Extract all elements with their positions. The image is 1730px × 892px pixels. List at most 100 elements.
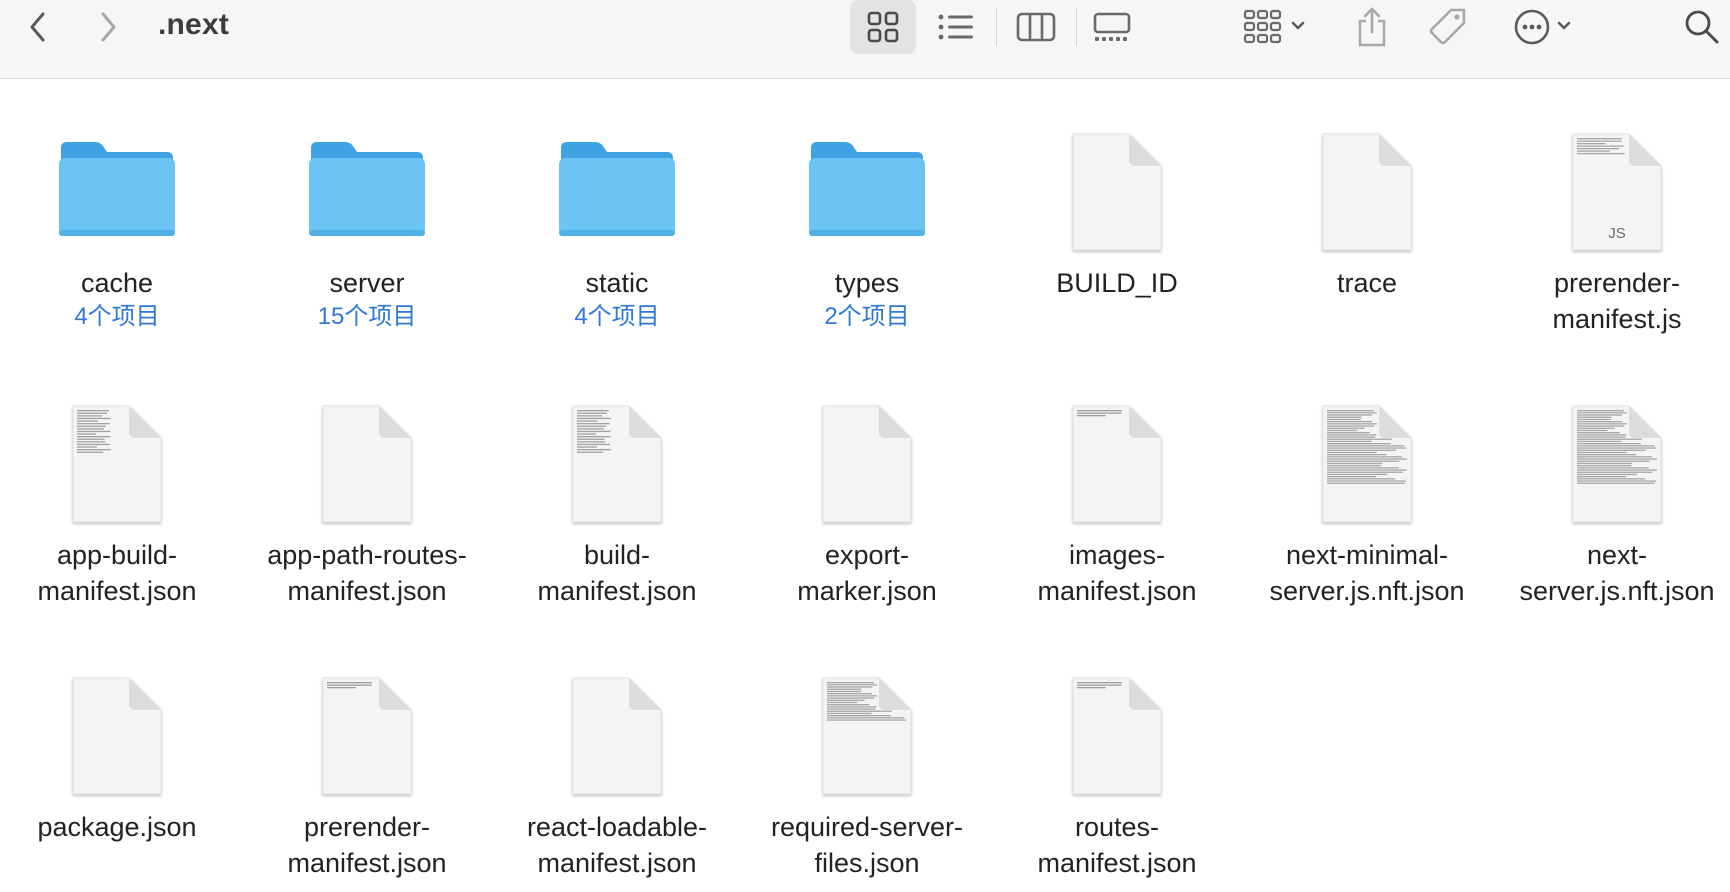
toolbar-divider: [1076, 8, 1077, 46]
group-by-button[interactable]: [1240, 6, 1310, 48]
share-icon: [1358, 7, 1386, 47]
folder-icon: [809, 142, 925, 236]
item-icon: JS: [1492, 79, 1730, 251]
item-icon: [992, 351, 1242, 523]
item-name-line: prerender-: [1553, 268, 1681, 298]
file-item[interactable]: required-server-files.json: [742, 623, 992, 878]
item-name-line: next-minimal-: [1285, 540, 1449, 570]
item-icon: [742, 623, 992, 795]
item-name-line: trace: [1336, 268, 1398, 298]
folder-item[interactable]: static 4个项目: [492, 79, 742, 330]
document-icon: [1072, 677, 1162, 795]
more-actions-icon: [1514, 9, 1571, 45]
item-icon: [0, 79, 242, 236]
search-button[interactable]: [1680, 6, 1724, 48]
file-item[interactable]: export-marker.json: [742, 351, 992, 606]
item-icon: [492, 623, 742, 795]
item-icon: [1492, 351, 1730, 523]
item-name-line: marker.json: [797, 576, 937, 606]
item-icon: [242, 623, 492, 795]
item-icon: [1242, 351, 1492, 523]
list-view-button[interactable]: [934, 8, 978, 46]
item-icon: [742, 351, 992, 523]
file-item[interactable]: images-manifest.json: [992, 351, 1242, 606]
item-name-line: static: [585, 268, 649, 298]
folder-icon: [559, 142, 675, 236]
item-name-line: manifest.js: [1552, 304, 1682, 334]
item-name-line: manifest.json: [1037, 576, 1197, 606]
item-icon: [992, 623, 1242, 795]
more-actions-button[interactable]: [1510, 6, 1580, 48]
item-name: server: [242, 265, 492, 301]
item-name-line: images-: [1068, 540, 1166, 570]
document-icon: [1572, 405, 1662, 523]
item-name-line: manifest.json: [287, 848, 447, 878]
item-name: prerender-manifest.json: [242, 809, 492, 881]
item-name: trace: [1242, 265, 1492, 301]
item-icon: [992, 79, 1242, 251]
item-name: required-server-files.json: [742, 809, 992, 881]
item-icon: [1242, 79, 1492, 251]
file-item[interactable]: app-build-manifest.json: [0, 351, 242, 606]
item-name-line: manifest.json: [537, 576, 697, 606]
document-icon: [822, 405, 912, 523]
file-icon-grid: cache 4个项目 server 15个项目 static 4个项目 types 2个项目 B…: [0, 79, 1730, 892]
file-item[interactable]: BUILD_ID: [992, 79, 1242, 329]
file-item[interactable]: routes-manifest.json: [992, 623, 1242, 878]
folder-item[interactable]: types 2个项目: [742, 79, 992, 330]
document-icon: [1322, 405, 1412, 523]
folder-icon: [59, 142, 175, 236]
item-name-line: app-path-routes-: [267, 540, 467, 570]
item-name: static: [492, 265, 742, 301]
item-name: routes-manifest.json: [992, 809, 1242, 881]
item-icon: [0, 351, 242, 523]
chevron-left-icon: [30, 12, 45, 42]
item-icon: [492, 79, 742, 236]
file-item[interactable]: trace: [1242, 79, 1492, 329]
icon-view-toggle[interactable]: [862, 8, 904, 46]
item-count: 4个项目: [74, 303, 160, 330]
file-item[interactable]: next-minimal-server.js.nft.json: [1242, 351, 1492, 606]
column-view-icon: [1016, 12, 1056, 42]
item-name-line: manifest.json: [287, 576, 447, 606]
folder-item[interactable]: server 15个项目: [242, 79, 492, 330]
item-name-line: cache: [80, 268, 154, 298]
file-item[interactable]: package.json: [0, 623, 242, 873]
item-name: export-marker.json: [742, 537, 992, 609]
file-item[interactable]: JS prerender-manifest.js: [1492, 79, 1730, 334]
tag-icon: [1429, 8, 1466, 45]
item-name-line: build-: [583, 540, 651, 570]
toolbar-divider: [996, 8, 997, 46]
group-by-icon: [1243, 9, 1305, 44]
gallery-view-button[interactable]: [1090, 8, 1134, 46]
item-icon: [242, 351, 492, 523]
share-button[interactable]: [1352, 4, 1392, 50]
file-item[interactable]: react-loadable-manifest.json: [492, 623, 742, 878]
file-item[interactable]: next-server.js.nft.json: [1492, 351, 1730, 606]
item-name-line: export-: [824, 540, 910, 570]
item-icon: [492, 351, 742, 523]
item-name-line: manifest.json: [37, 576, 197, 606]
folder-item[interactable]: cache 4个项目: [0, 79, 242, 330]
document-icon: [322, 405, 412, 523]
item-name-line: manifest.json: [537, 848, 697, 878]
column-view-button[interactable]: [1014, 8, 1058, 46]
list-view-icon: [938, 14, 973, 40]
item-name: prerender-manifest.js: [1492, 265, 1730, 337]
file-item[interactable]: build-manifest.json: [492, 351, 742, 606]
item-name-line: prerender-: [303, 812, 431, 842]
item-icon: [742, 79, 992, 236]
forward-button[interactable]: [90, 6, 126, 48]
item-name: images-manifest.json: [992, 537, 1242, 609]
document-icon: [1322, 133, 1412, 251]
item-name-line: app-build-: [56, 540, 178, 570]
item-name-line: types: [834, 268, 900, 298]
document-icon: [572, 405, 662, 523]
file-item[interactable]: app-path-routes-manifest.json: [242, 351, 492, 606]
finder-toolbar: .next: [0, 0, 1730, 79]
file-item[interactable]: prerender-manifest.json: [242, 623, 492, 878]
back-button[interactable]: [20, 6, 56, 48]
document-icon: [822, 677, 912, 795]
tag-button[interactable]: [1426, 4, 1470, 50]
item-count: 2个项目: [824, 303, 910, 330]
